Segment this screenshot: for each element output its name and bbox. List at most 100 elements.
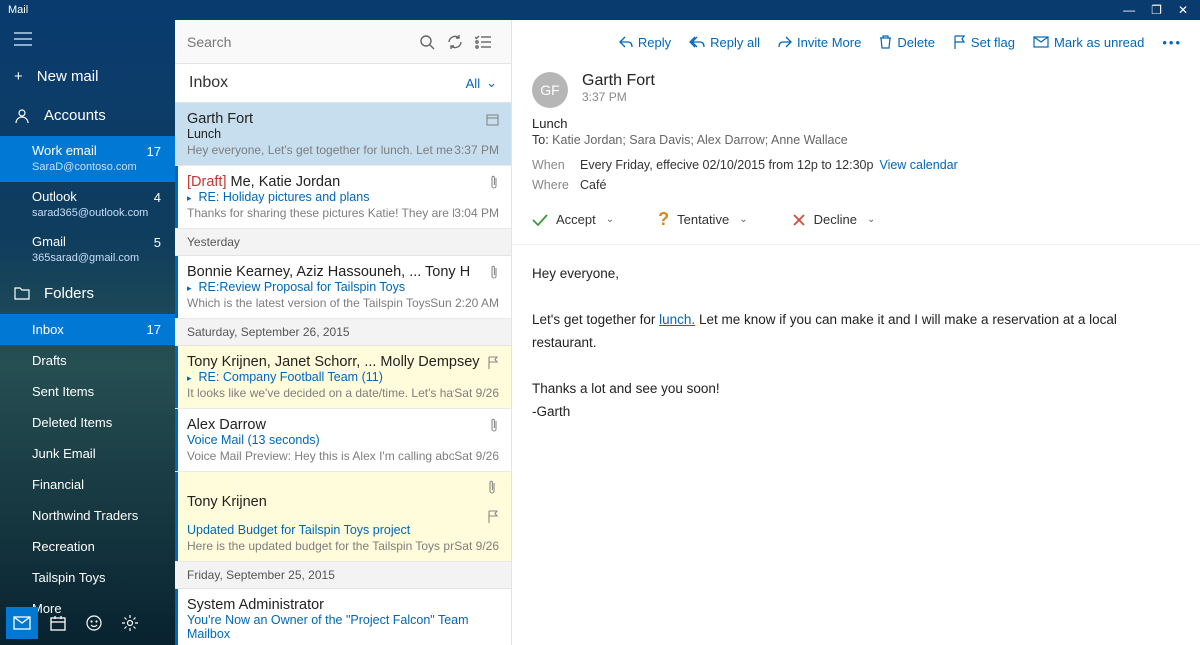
message-item[interactable]: Tony Krijnen, Janet Schorr, ... Molly De… bbox=[175, 346, 511, 409]
filter-dropdown[interactable]: All⌄ bbox=[466, 75, 497, 91]
folder-label: Junk Email bbox=[32, 446, 96, 461]
message-from: Alex Darrow bbox=[187, 417, 266, 433]
account-email: sarad365@outlook.com bbox=[32, 206, 148, 221]
select-mode-icon[interactable] bbox=[475, 35, 503, 49]
message-subject: Voice Mail (13 seconds) bbox=[187, 433, 499, 447]
search-icon[interactable] bbox=[419, 34, 447, 50]
reading-pane: Reply Reply all Invite More Delete Set f… bbox=[512, 20, 1200, 645]
folder-item[interactable]: Northwind Traders bbox=[0, 500, 175, 531]
message-preview: It looks like we've decided on a date/ti… bbox=[187, 386, 454, 400]
when-value: Every Friday, effecive 02/10/2015 from 1… bbox=[580, 158, 873, 172]
message-indicator-icon bbox=[486, 113, 499, 126]
message-subject: Lunch bbox=[512, 116, 1200, 131]
folder-count: 17 bbox=[147, 322, 161, 337]
accept-button[interactable]: Accept⌄ bbox=[532, 212, 614, 227]
message-subject: RE: Company Football Team (11) bbox=[187, 370, 499, 384]
message-item[interactable]: System AdministratorYou're Now an Owner … bbox=[175, 589, 511, 645]
delete-button[interactable]: Delete bbox=[879, 35, 935, 50]
message-time: Sat 9/26 bbox=[454, 449, 499, 463]
message-preview: Voice Mail Preview: Hey this is Alex I'm… bbox=[187, 449, 454, 463]
more-actions-button[interactable]: ••• bbox=[1162, 35, 1182, 50]
folder-item[interactable]: Junk Email bbox=[0, 438, 175, 469]
calendar-icon[interactable] bbox=[42, 607, 74, 639]
folder-title: Inbox bbox=[189, 74, 228, 92]
app-title: Mail bbox=[8, 4, 28, 16]
body-link[interactable]: lunch. bbox=[659, 312, 695, 327]
message-preview: Which is the latest version of the Tails… bbox=[187, 296, 430, 310]
action-bar: Reply Reply all Invite More Delete Set f… bbox=[512, 20, 1200, 64]
when-label: When bbox=[532, 158, 580, 172]
maximize-icon[interactable]: ❐ bbox=[1151, 3, 1162, 17]
sidebar: + New mail Accounts Work emailSaraD@cont… bbox=[0, 20, 175, 645]
folders-header: Folders bbox=[0, 273, 175, 314]
message-indicator-icon bbox=[487, 356, 499, 369]
message-time: Sat 9/26 bbox=[454, 386, 499, 400]
folder-item[interactable]: Sent Items bbox=[0, 376, 175, 407]
folder-label: Deleted Items bbox=[32, 415, 112, 430]
hamburger-icon[interactable] bbox=[0, 20, 175, 58]
message-item[interactable]: Alex DarrowVoice Mail (13 seconds) Voice … bbox=[175, 409, 511, 472]
folder-item[interactable]: Recreation bbox=[0, 531, 175, 562]
folder-item[interactable]: Tailspin Toys bbox=[0, 562, 175, 593]
reply-all-button[interactable]: Reply all bbox=[689, 35, 760, 50]
sync-icon[interactable] bbox=[447, 34, 475, 50]
account-item[interactable]: Outlooksarad365@outlook.com4 bbox=[0, 182, 175, 228]
folder-label: Northwind Traders bbox=[32, 508, 138, 523]
date-header: Saturday, September 26, 2015 bbox=[175, 319, 511, 346]
new-mail-label: New mail bbox=[37, 68, 99, 85]
folder-item[interactable]: Financial bbox=[0, 469, 175, 500]
folder-icon bbox=[14, 286, 30, 300]
invite-more-button[interactable]: Invite More bbox=[778, 35, 861, 50]
message-item[interactable]: [Draft] Me, Katie JordanRE: Holiday pict… bbox=[175, 166, 511, 229]
message-time: Sun 2:20 AM bbox=[430, 296, 499, 310]
account-name: Gmail bbox=[32, 233, 139, 251]
message-item[interactable]: Bonnie Kearney, Aziz Hassouneh, ... Tony… bbox=[175, 256, 511, 319]
message-indicator-icon bbox=[489, 175, 499, 190]
message-subject: RE:Review Proposal for Tailspin Toys bbox=[187, 280, 499, 294]
message-from: Tony Krijnen bbox=[187, 494, 267, 510]
account-item[interactable]: Gmail365sarad@gmail.com 5 bbox=[0, 227, 175, 273]
where-label: Where bbox=[532, 178, 580, 192]
title-bar: Mail — ❐ ✕ bbox=[0, 0, 1200, 20]
minimize-icon[interactable]: — bbox=[1123, 3, 1135, 17]
message-list-panel: Inbox All⌄ Garth FortLunchHey everyone, … bbox=[175, 20, 512, 645]
message-preview: Thanks for sharing these pictures Katie!… bbox=[187, 206, 454, 220]
tentative-button[interactable]: ?Tentative⌄ bbox=[658, 209, 747, 230]
folder-label: Financial bbox=[32, 477, 84, 492]
new-mail-button[interactable]: + New mail bbox=[0, 58, 175, 95]
message-indicator-icon bbox=[487, 480, 499, 523]
reply-button[interactable]: Reply bbox=[619, 35, 671, 50]
view-calendar-link[interactable]: View calendar bbox=[879, 158, 957, 172]
mail-icon[interactable] bbox=[6, 607, 38, 639]
mark-unread-button[interactable]: Mark as unread bbox=[1033, 35, 1144, 50]
folders-label: Folders bbox=[44, 285, 94, 302]
folder-item[interactable]: Deleted Items bbox=[0, 407, 175, 438]
where-value: Café bbox=[580, 178, 606, 192]
close-icon[interactable]: ✕ bbox=[1178, 3, 1188, 17]
message-from: Tony Krijnen, Janet Schorr, ... Molly De… bbox=[187, 354, 480, 370]
person-icon bbox=[14, 108, 30, 124]
folder-item[interactable]: Drafts bbox=[0, 345, 175, 376]
date-header: Yesterday bbox=[175, 229, 511, 256]
message-preview: Here is the updated budget for the Tails… bbox=[187, 539, 454, 553]
message-subject: Updated Budget for Tailspin Toys project bbox=[187, 523, 499, 537]
account-name: Outlook bbox=[32, 188, 148, 206]
chevron-down-icon: ⌄ bbox=[606, 214, 614, 225]
feedback-icon[interactable] bbox=[78, 607, 110, 639]
account-item[interactable]: Work emailSaraD@contoso.com17 bbox=[0, 136, 175, 182]
sidebar-bottom-bar bbox=[0, 601, 152, 645]
account-email: 365sarad@gmail.com bbox=[32, 251, 139, 266]
decline-button[interactable]: Decline⌄ bbox=[792, 212, 876, 227]
chevron-down-icon: ⌄ bbox=[867, 214, 875, 225]
account-count: 5 bbox=[154, 233, 161, 252]
folder-item[interactable]: Inbox17 bbox=[0, 314, 175, 345]
message-time: 3:04 PM bbox=[454, 206, 499, 220]
search-input[interactable] bbox=[187, 34, 419, 50]
settings-icon[interactable] bbox=[114, 607, 146, 639]
message-item[interactable]: Garth FortLunchHey everyone, Let's get t… bbox=[175, 103, 511, 166]
message-item[interactable]: Tony Krijnen Updated Budget for Tailspin… bbox=[175, 472, 511, 562]
folder-label: Tailspin Toys bbox=[32, 570, 105, 585]
message-preview: Hey everyone, Let's get together for lun… bbox=[187, 143, 454, 157]
chevron-down-icon: ⌄ bbox=[486, 75, 497, 91]
set-flag-button[interactable]: Set flag bbox=[953, 35, 1015, 50]
